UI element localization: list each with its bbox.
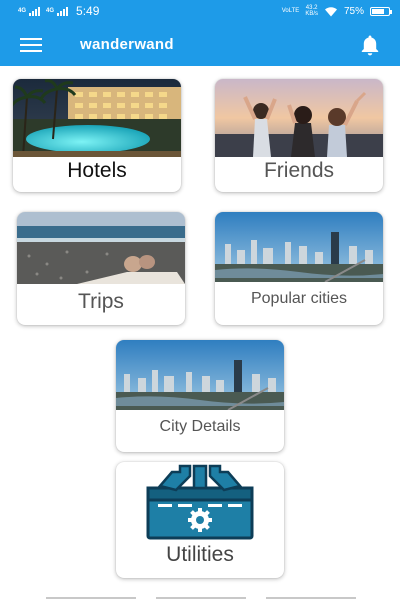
hotels-card[interactable]: Hotels: [13, 79, 181, 192]
app-title: wanderwand: [80, 36, 174, 53]
battery-percent: 75%: [343, 5, 364, 17]
hamburger-menu-icon[interactable]: [20, 38, 42, 52]
toolbox-icon: [116, 462, 284, 542]
city-details-card[interactable]: City Details: [116, 340, 284, 452]
battery-icon: [370, 6, 392, 16]
utilities-card[interactable]: Utilities: [116, 462, 284, 578]
bottom-dividers: [46, 597, 356, 599]
friends-photo: [215, 79, 383, 157]
status-bar: 4G 4G 5:49 VoLTE 43.2 KB/s 75%: [0, 0, 400, 22]
beach-photo: [17, 212, 185, 284]
status-bar-right: VoLTE 43.2 KB/s 75%: [281, 5, 392, 17]
popular-cities-label: Popular cities: [250, 290, 348, 307]
city-skyline-photo: [215, 212, 383, 282]
network-speed: 43.2 KB/s: [305, 5, 318, 17]
network-type-1: 4G: [18, 8, 27, 14]
city-skyline-photo: [116, 340, 284, 410]
app-bar: wanderwand: [0, 22, 400, 66]
signal-icon: [57, 6, 69, 16]
lte-icon: VoLTE: [281, 8, 300, 14]
wifi-icon: [324, 6, 337, 16]
hotel-pool-photo: [13, 79, 181, 157]
city-details-label: City Details: [159, 418, 241, 435]
utilities-label: Utilities: [166, 543, 234, 566]
hotels-label: Hotels: [67, 159, 127, 182]
status-time: 5:49: [76, 4, 100, 18]
trips-card[interactable]: Trips: [17, 212, 185, 325]
network-type-2: 4G: [46, 8, 55, 14]
friends-card[interactable]: Friends: [215, 79, 383, 192]
friends-label: Friends: [263, 159, 335, 182]
status-bar-left: 4G 4G 5:49: [18, 4, 99, 18]
trips-label: Trips: [78, 290, 124, 313]
network-speed-unit: KB/s: [305, 11, 318, 17]
bell-icon[interactable]: [358, 33, 382, 57]
signal-icon: [29, 6, 41, 16]
popular-cities-card[interactable]: Popular cities: [215, 212, 383, 325]
